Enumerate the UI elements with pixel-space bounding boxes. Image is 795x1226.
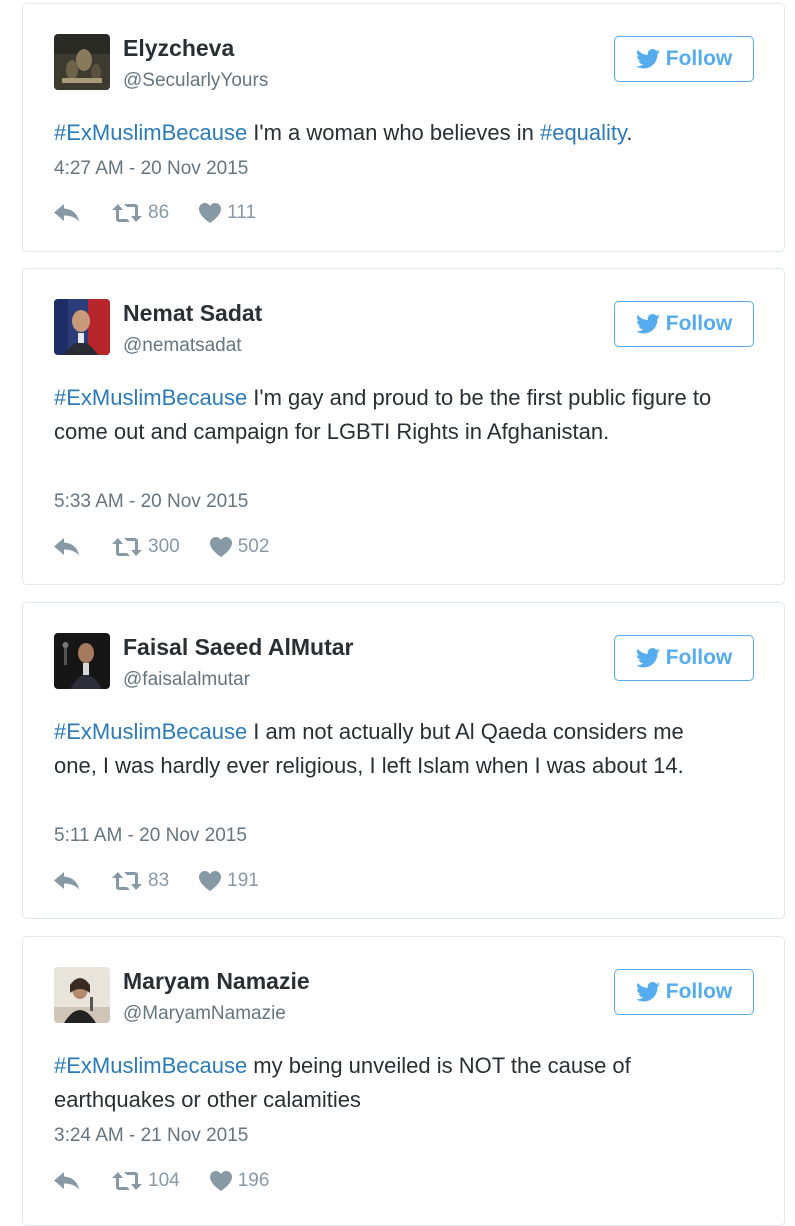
tweet-card: Maryam Namazie @MaryamNamazie Follow #Ex… bbox=[22, 936, 785, 1226]
retweet-icon bbox=[112, 1172, 142, 1190]
retweet-icon bbox=[112, 204, 142, 222]
display-name[interactable]: Nemat Sadat bbox=[123, 300, 262, 327]
follow-label: Follow bbox=[665, 47, 733, 70]
avatar[interactable] bbox=[54, 633, 110, 689]
like-count: 502 bbox=[237, 536, 270, 557]
retweet-button[interactable]: 104 bbox=[112, 1170, 180, 1192]
like-button[interactable]: 191 bbox=[199, 870, 259, 892]
timestamp[interactable]: 5:33 AM - 20 Nov 2015 bbox=[54, 491, 248, 513]
heart-icon bbox=[199, 871, 222, 891]
retweet-button[interactable]: 86 bbox=[112, 202, 169, 224]
timestamp[interactable]: 5:11 AM - 20 Nov 2015 bbox=[54, 825, 247, 847]
user-handle[interactable]: @MaryamNamazie bbox=[123, 1003, 286, 1025]
tweet-card: Elyzcheva @SecularlyYours Follow #ExMusl… bbox=[22, 3, 785, 252]
retweet-count: 300 bbox=[148, 536, 180, 557]
tweet-text: #ExMuslimBecause my being unveiled is NO… bbox=[54, 1049, 724, 1117]
heart-icon bbox=[209, 1171, 232, 1191]
follow-label: Follow bbox=[665, 980, 733, 1003]
hashtag-link[interactable]: #ExMuslimBecause bbox=[54, 385, 247, 410]
display-name[interactable]: Faisal Saeed AlMutar bbox=[123, 634, 354, 661]
retweet-icon bbox=[112, 538, 142, 556]
avatar[interactable] bbox=[54, 34, 110, 90]
tweet-card: Faisal Saeed AlMutar @faisalalmutar Foll… bbox=[22, 602, 785, 919]
follow-button[interactable]: Follow bbox=[614, 635, 754, 681]
timestamp[interactable]: 3:24 AM - 21 Nov 2015 bbox=[54, 1125, 248, 1147]
like-button[interactable]: 196 bbox=[209, 1170, 270, 1192]
tweet-body: I'm a woman who believes in bbox=[247, 120, 540, 145]
twitter-bird-icon bbox=[635, 648, 660, 668]
user-handle[interactable]: @faisalalmutar bbox=[123, 669, 250, 691]
retweet-icon bbox=[112, 872, 142, 890]
tweet-actions: 86 111 bbox=[54, 200, 256, 226]
display-name[interactable]: Elyzcheva bbox=[123, 35, 234, 62]
tweet-text: #ExMuslimBecause I am not actually but A… bbox=[54, 715, 724, 783]
user-handle[interactable]: @nematsadat bbox=[123, 335, 242, 357]
like-count: 196 bbox=[237, 1170, 270, 1191]
like-button[interactable]: 111 bbox=[199, 202, 256, 224]
follow-button[interactable]: Follow bbox=[614, 969, 754, 1015]
tweet-actions: 300 502 bbox=[54, 534, 269, 560]
tweet-card: Nemat Sadat @nematsadat Follow #ExMuslim… bbox=[22, 268, 785, 585]
tweet-actions: 83 191 bbox=[54, 868, 259, 894]
hashtag-link[interactable]: #ExMuslimBecause bbox=[54, 120, 247, 145]
timestamp[interactable]: 4:27 AM - 20 Nov 2015 bbox=[54, 158, 248, 180]
twitter-bird-icon bbox=[635, 982, 660, 1002]
avatar[interactable] bbox=[54, 967, 110, 1023]
follow-button[interactable]: Follow bbox=[614, 36, 754, 82]
tweet-actions: 104 196 bbox=[54, 1168, 269, 1194]
retweet-count: 104 bbox=[148, 1170, 180, 1191]
tweet-body-end: . bbox=[626, 120, 633, 145]
twitter-bird-icon bbox=[635, 49, 660, 69]
hashtag-link[interactable]: #ExMuslimBecause bbox=[54, 1053, 247, 1078]
reply-icon[interactable] bbox=[54, 1172, 80, 1190]
like-count: 111 bbox=[227, 202, 257, 223]
retweet-count: 83 bbox=[148, 870, 170, 891]
hashtag-link[interactable]: #ExMuslimBecause bbox=[54, 719, 247, 744]
heart-icon bbox=[199, 203, 222, 223]
hashtag-link[interactable]: #equality bbox=[540, 120, 626, 145]
retweet-count: 86 bbox=[148, 202, 170, 223]
like-button[interactable]: 502 bbox=[209, 536, 270, 558]
retweet-button[interactable]: 300 bbox=[112, 536, 180, 558]
follow-label: Follow bbox=[665, 312, 733, 335]
reply-icon[interactable] bbox=[54, 872, 80, 890]
reply-icon[interactable] bbox=[54, 204, 80, 222]
tweet-text: #ExMuslimBecause I'm gay and proud to be… bbox=[54, 381, 724, 449]
heart-icon bbox=[209, 537, 232, 557]
twitter-bird-icon bbox=[635, 314, 660, 334]
like-count: 191 bbox=[227, 870, 259, 891]
follow-button[interactable]: Follow bbox=[614, 301, 754, 347]
retweet-button[interactable]: 83 bbox=[112, 870, 169, 892]
tweet-text: #ExMuslimBecause I'm a woman who believe… bbox=[54, 116, 724, 150]
user-handle[interactable]: @SecularlyYours bbox=[123, 70, 268, 92]
follow-label: Follow bbox=[665, 646, 733, 669]
reply-icon[interactable] bbox=[54, 538, 80, 556]
display-name[interactable]: Maryam Namazie bbox=[123, 968, 310, 995]
avatar[interactable] bbox=[54, 299, 110, 355]
